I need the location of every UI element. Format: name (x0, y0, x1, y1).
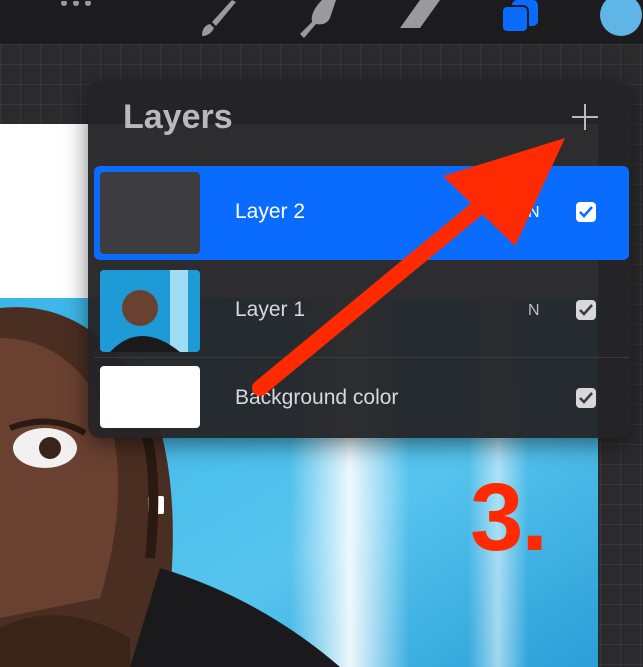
layer-row-background-color[interactable]: Background color (94, 358, 629, 436)
layer-name: Layer 1 (235, 298, 306, 321)
blend-mode[interactable]: N (528, 302, 540, 320)
step-number: 3. (470, 464, 548, 571)
layer-thumbnail (100, 366, 200, 428)
eraser-icon[interactable] (398, 0, 442, 41)
layers-panel: Layers Layer 2 N Layer 1 N Background co… (88, 82, 631, 438)
toolbar (0, 0, 643, 44)
panel-title: Layers (123, 98, 233, 136)
add-layer-icon[interactable] (570, 102, 600, 132)
checkbox-icon[interactable] (576, 388, 596, 408)
layer-thumbnail (100, 270, 200, 352)
checkbox-icon[interactable] (576, 300, 596, 320)
layer-name: Layer 2 (235, 200, 306, 223)
checkbox-icon[interactable] (576, 202, 596, 222)
color-swatch[interactable] (600, 0, 642, 36)
layer-row-layer-1[interactable]: Layer 1 N (94, 264, 629, 358)
smudge-icon[interactable] (296, 0, 340, 45)
blend-mode[interactable]: N (528, 204, 540, 222)
layer-name: Background color (235, 386, 399, 409)
actions-icon[interactable] (58, 0, 98, 18)
layer-row-layer-2[interactable]: Layer 2 N (94, 166, 629, 260)
layer-thumbnail (100, 172, 200, 254)
brush-icon[interactable] (198, 0, 238, 45)
layers-icon[interactable] (500, 0, 540, 39)
